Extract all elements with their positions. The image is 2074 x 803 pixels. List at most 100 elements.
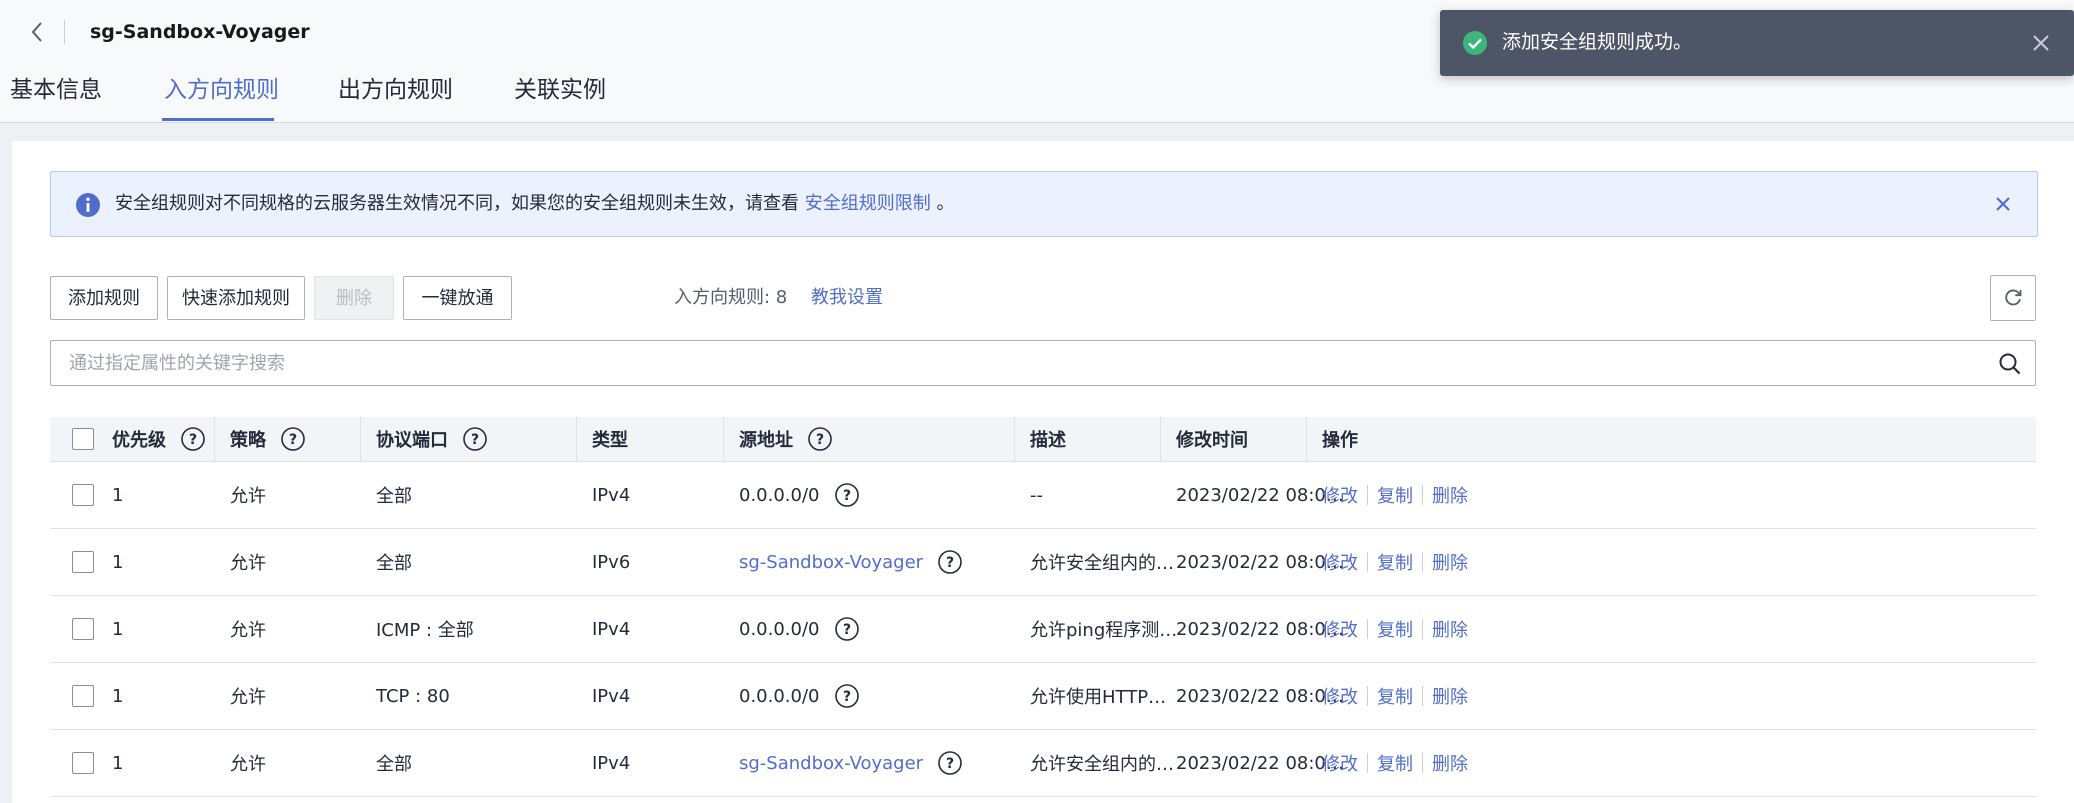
source-security-group-link[interactable]: sg-Sandbox-Voyager [739, 552, 923, 573]
action-divider [1422, 686, 1423, 706]
row-select-cell [72, 529, 94, 595]
column-modified-time: 修改时间 [1176, 430, 1248, 451]
delete-link[interactable]: 删除 [1432, 750, 1468, 776]
header-cell-policy: 策略 ? [230, 417, 306, 461]
delete-button[interactable]: 删除 [314, 276, 394, 320]
select-all-checkbox[interactable] [72, 428, 94, 450]
close-icon[interactable] [1989, 190, 2017, 218]
refresh-button[interactable] [1990, 275, 2036, 321]
delete-link[interactable]: 删除 [1432, 683, 1468, 709]
row-checkbox[interactable] [72, 752, 94, 774]
table-row: 1 允许 TCP : 80 IPv4 0.0.0.0/0 ? 允许使用HTTP…… [50, 663, 2036, 730]
type-cell: IPv4 [592, 685, 631, 707]
rule-limit-link[interactable]: 安全组规则限制 [805, 193, 931, 214]
description-cell: 允许安全组内的… [1030, 553, 1174, 574]
modify-link[interactable]: 修改 [1322, 549, 1358, 575]
tab-inbound-rules[interactable]: 入方向规则 [164, 70, 279, 110]
toast-message: 添加安全组规则成功。 [1502, 31, 1693, 53]
protocol-port-cell: TCP : 80 [376, 685, 450, 707]
type-cell: IPv4 [592, 484, 631, 506]
delete-link[interactable]: 删除 [1432, 482, 1468, 508]
info-banner: 安全组规则对不同规格的云服务器生效情况不同，如果您的安全组规则未生效，请查看 安… [50, 171, 2038, 237]
column-description: 描述 [1030, 430, 1066, 451]
inbound-rules-table: 优先级 ? 策略 ? 协议端口 ? 类型 源地址 ? 描述 修改时间 操作 1 … [50, 417, 2036, 797]
column-policy: 策略 [230, 430, 266, 451]
row-select-cell [72, 730, 94, 796]
actions-cell: 修改 复制 删除 [1322, 529, 1468, 595]
modified-time-cell: 2023/02/22 08:0… [1176, 551, 1344, 573]
close-icon[interactable] [2026, 28, 2056, 58]
header-divider [64, 20, 65, 44]
protocol-port-cell: 全部 [376, 754, 412, 775]
search-icon[interactable] [1997, 351, 2023, 377]
quick-add-rule-button[interactable]: 快速添加规则 [167, 276, 305, 320]
back-button[interactable] [22, 14, 52, 50]
one-click-allow-button[interactable]: 一键放通 [403, 276, 512, 320]
header-cell-protocol-port: 协议端口 ? [376, 417, 488, 461]
banner-text: 安全组规则对不同规格的云服务器生效情况不同，如果您的安全组规则未生效，请查看 安… [115, 190, 954, 218]
help-setup-link[interactable]: 教我设置 [811, 286, 883, 310]
modified-time-cell: 2023/02/22 08:0… [1176, 618, 1344, 640]
source-cell: sg-Sandbox-Voyager ? [739, 529, 963, 595]
svg-text:?: ? [471, 432, 479, 448]
add-rule-button[interactable]: 添加规则 [50, 276, 158, 320]
tab-associated-instances[interactable]: 关联实例 [514, 70, 606, 110]
copy-link[interactable]: 复制 [1377, 750, 1413, 776]
modify-link[interactable]: 修改 [1322, 750, 1358, 776]
content-card: 安全组规则对不同规格的云服务器生效情况不同，如果您的安全组规则未生效，请查看 安… [12, 141, 2074, 803]
svg-text:?: ? [189, 432, 197, 448]
modify-link[interactable]: 修改 [1322, 482, 1358, 508]
table-row: 1 允许 全部 IPv4 0.0.0.0/0 ? -- 2023/02/22 0… [50, 462, 2036, 529]
table-body: 1 允许 全部 IPv4 0.0.0.0/0 ? -- 2023/02/22 0… [50, 462, 2036, 797]
tab-basic-info[interactable]: 基本信息 [10, 70, 102, 110]
copy-link[interactable]: 复制 [1377, 549, 1413, 575]
row-checkbox[interactable] [72, 618, 94, 640]
modify-link[interactable]: 修改 [1322, 616, 1358, 642]
help-icon[interactable]: ? [180, 426, 206, 452]
description-cell: -- [1030, 484, 1043, 506]
help-icon[interactable]: ? [937, 750, 963, 776]
delete-link[interactable]: 删除 [1432, 616, 1468, 642]
action-divider [1367, 552, 1368, 572]
help-icon[interactable]: ? [834, 616, 860, 642]
copy-link[interactable]: 复制 [1377, 616, 1413, 642]
source-value: 0.0.0.0/0 [739, 618, 820, 640]
delete-link[interactable]: 删除 [1432, 549, 1468, 575]
page-title: sg-Sandbox-Voyager [90, 21, 310, 43]
source-cell: 0.0.0.0/0 ? [739, 462, 860, 528]
help-icon[interactable]: ? [834, 482, 860, 508]
column-separator [576, 417, 577, 461]
description-cell: 允许ping程序测… [1030, 620, 1178, 641]
help-icon[interactable]: ? [834, 683, 860, 709]
modified-time-cell: 2023/02/22 08:0… [1176, 752, 1344, 774]
row-checkbox[interactable] [72, 484, 94, 506]
row-checkbox[interactable] [72, 685, 94, 707]
source-value: 0.0.0.0/0 [739, 685, 820, 707]
help-icon[interactable]: ? [937, 549, 963, 575]
copy-link[interactable]: 复制 [1377, 482, 1413, 508]
row-select-cell [72, 462, 94, 528]
search-input[interactable] [69, 341, 1969, 385]
modified-time-cell: 2023/02/22 08:0… [1176, 685, 1344, 707]
tab-outbound-rules[interactable]: 出方向规则 [338, 70, 453, 110]
banner-message: 安全组规则对不同规格的云服务器生效情况不同，如果您的安全组规则未生效，请查看 [115, 193, 799, 214]
column-protocol-port: 协议端口 [376, 430, 448, 451]
source-security-group-link[interactable]: sg-Sandbox-Voyager [739, 753, 923, 774]
action-divider [1422, 753, 1423, 773]
info-icon [76, 193, 100, 217]
help-icon[interactable]: ? [280, 426, 306, 452]
row-checkbox[interactable] [72, 551, 94, 573]
help-icon[interactable]: ? [462, 426, 488, 452]
svg-text:?: ? [946, 756, 954, 772]
policy-cell: 允许 [230, 754, 266, 775]
copy-link[interactable]: 复制 [1377, 683, 1413, 709]
actions-cell: 修改 复制 删除 [1322, 730, 1468, 796]
type-cell: IPv6 [592, 551, 631, 573]
table-header: 优先级 ? 策略 ? 协议端口 ? 类型 源地址 ? 描述 修改时间 操作 [50, 417, 2036, 462]
success-toast: 添加安全组规则成功。 [1440, 10, 2074, 76]
modify-link[interactable]: 修改 [1322, 683, 1358, 709]
help-icon[interactable]: ? [807, 426, 833, 452]
refresh-icon [2005, 289, 2022, 306]
source-cell: sg-Sandbox-Voyager ? [739, 730, 963, 796]
column-type: 类型 [592, 430, 628, 451]
